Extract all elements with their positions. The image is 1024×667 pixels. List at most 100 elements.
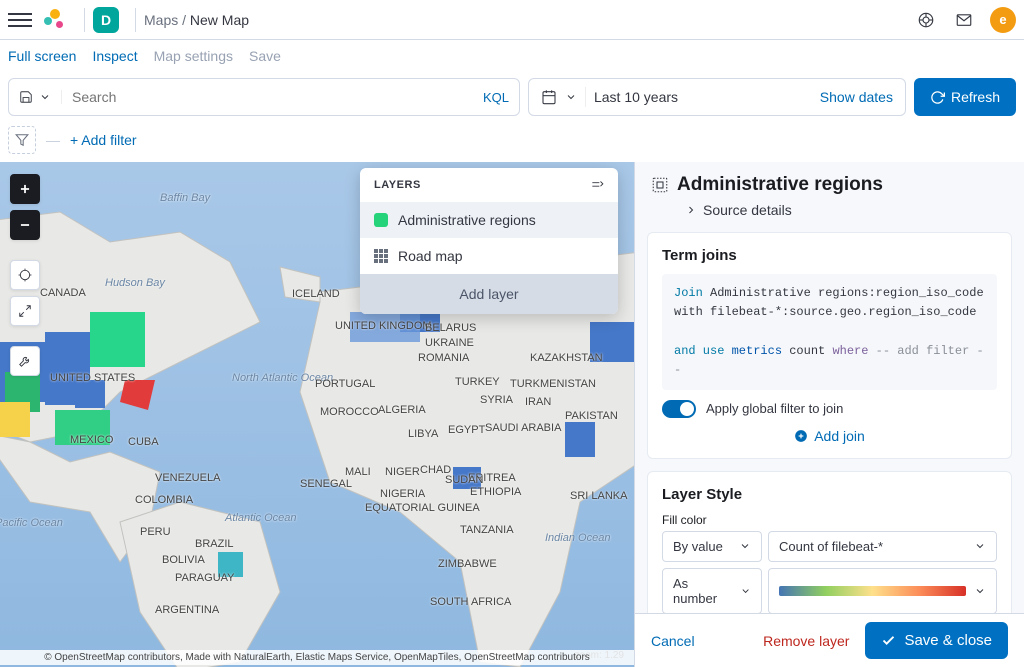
remove-layer-button[interactable]: Remove layer <box>763 633 849 649</box>
search-box[interactable]: KQL <box>8 78 520 116</box>
search-input[interactable] <box>72 79 483 115</box>
gradient-preview <box>779 586 966 596</box>
country-label: PAKISTAN <box>565 410 618 422</box>
term-joins-panel: Term joins Join Administrative regions:r… <box>647 232 1012 459</box>
fit-bounds-button[interactable] <box>10 296 40 326</box>
fill-color-label: Fill color <box>662 513 997 527</box>
add-join-button[interactable]: Add join <box>662 428 997 444</box>
mail-icon[interactable] <box>952 8 976 32</box>
space-badge[interactable]: D <box>93 7 119 33</box>
time-picker[interactable]: Last 10 years Show dates <box>528 78 906 116</box>
chevron-right-icon <box>685 204 697 216</box>
chevron-down-icon <box>974 540 986 552</box>
refresh-button[interactable]: Refresh <box>914 78 1016 116</box>
ocean-label: Indian Ocean <box>545 532 605 544</box>
source-details-toggle[interactable]: Source details <box>651 196 1008 226</box>
layers-title: LAYERS <box>374 179 421 191</box>
layer-editor: Administrative regions Source details Te… <box>634 162 1024 667</box>
fill-field-select[interactable]: Count of filebeat-* <box>768 531 997 562</box>
country-label: UNITED STATES <box>50 372 110 384</box>
refresh-label: Refresh <box>951 89 1000 105</box>
divider <box>135 8 136 32</box>
breadcrumb-root[interactable]: Maps <box>144 12 178 28</box>
country-label: TURKMENISTAN <box>510 378 596 390</box>
inspect-link[interactable]: Inspect <box>92 48 137 64</box>
color-ramp-select[interactable] <box>768 568 997 614</box>
check-icon <box>881 633 896 648</box>
country-label: BELARUS <box>425 322 476 334</box>
country-label: NIGERIA <box>380 488 425 500</box>
basemap-icon <box>374 249 388 263</box>
country-label: ZIMBABWE <box>438 558 497 570</box>
country-label: PERU <box>140 526 171 538</box>
cancel-button[interactable]: Cancel <box>651 633 695 649</box>
country-label: KAZAKHSTAN <box>530 352 603 364</box>
layer-swatch <box>374 213 388 227</box>
country-label: TURKEY <box>455 376 500 388</box>
chevron-down-icon[interactable] <box>39 91 51 103</box>
country-label: ETHIOPIA <box>470 486 521 498</box>
show-dates-link[interactable]: Show dates <box>820 89 893 105</box>
country-label: SOUTH AFRICA <box>430 596 480 608</box>
add-layer-button[interactable]: Add layer <box>360 274 618 314</box>
help-icon[interactable] <box>914 8 938 32</box>
editor-title: Administrative regions <box>677 174 883 196</box>
layer-label: Administrative regions <box>398 212 536 228</box>
country-label: COLOMBIA <box>135 494 193 506</box>
full-screen-link[interactable]: Full screen <box>8 48 76 64</box>
country-label: SYRIA <box>480 394 513 406</box>
layer-item-roadmap[interactable]: Road map <box>360 238 618 274</box>
map-canvas[interactable]: Baffin Bay Hudson Bay North Atlantic Oce… <box>0 162 634 667</box>
calendar-icon <box>541 89 557 105</box>
fill-type-select[interactable]: As number <box>662 568 762 614</box>
tools-button[interactable] <box>10 346 40 376</box>
chevron-down-icon <box>974 585 986 597</box>
filter-icon[interactable] <box>8 126 36 154</box>
chevron-down-icon[interactable] <box>565 91 577 103</box>
map-settings-link: Map settings <box>154 48 233 64</box>
zoom-in-button[interactable] <box>10 174 40 204</box>
country-label: ROMANIA <box>418 352 469 364</box>
country-label: MOROCCO <box>320 406 379 418</box>
elastic-logo <box>44 9 66 31</box>
region-icon <box>651 176 669 194</box>
collapse-icon[interactable] <box>590 178 604 192</box>
save-link: Save <box>249 48 281 64</box>
locate-button[interactable] <box>10 260 40 290</box>
save-close-button[interactable]: Save & close <box>865 622 1008 659</box>
add-filter-link[interactable]: + Add filter <box>70 132 137 148</box>
ocean-label: Hudson Bay <box>105 277 165 289</box>
saved-query-icon[interactable] <box>19 90 33 104</box>
plus-icon <box>794 429 808 443</box>
source-details-label: Source details <box>703 202 792 218</box>
country-label: VENEZUELA <box>155 472 220 484</box>
layer-style-title: Layer Style <box>662 486 997 503</box>
country-label: MALI <box>345 466 371 478</box>
apply-filter-toggle[interactable] <box>662 400 696 418</box>
country-label: ICELAND <box>292 288 340 300</box>
time-range-label: Last 10 years <box>594 89 678 105</box>
country-label: SRI LANKA <box>570 490 627 502</box>
nav-toggle[interactable] <box>8 8 32 32</box>
country-label: EQUATORIAL GUINEA <box>365 502 445 514</box>
country-label: CUBA <box>128 436 159 448</box>
kql-badge[interactable]: KQL <box>483 90 509 105</box>
zoom-out-button[interactable] <box>10 210 40 240</box>
ocean-label: Atlantic Ocean <box>225 512 285 524</box>
layers-panel: LAYERS Administrative regions Road map A… <box>360 168 618 314</box>
country-label: LIBYA <box>408 428 438 440</box>
join-code[interactable]: Join Administrative regions:region_iso_c… <box>662 274 997 390</box>
layer-item-admin[interactable]: Administrative regions <box>360 202 618 238</box>
country-label: CANADA <box>40 287 86 299</box>
country-label: BOLIVIA <box>162 554 205 566</box>
fill-mode-select[interactable]: By value <box>662 531 762 562</box>
refresh-icon <box>930 90 945 105</box>
country-label: UNITED KINGDOM <box>335 320 395 332</box>
country-label: UKRAINE <box>425 337 474 349</box>
country-label: SAUDI ARABIA <box>485 422 535 434</box>
country-label: NIGER <box>385 466 420 478</box>
avatar[interactable]: e <box>990 7 1016 33</box>
chevron-down-icon <box>740 585 751 597</box>
breadcrumb-current: New Map <box>190 12 249 28</box>
ocean-label: North Atlantic Ocean <box>232 372 312 384</box>
